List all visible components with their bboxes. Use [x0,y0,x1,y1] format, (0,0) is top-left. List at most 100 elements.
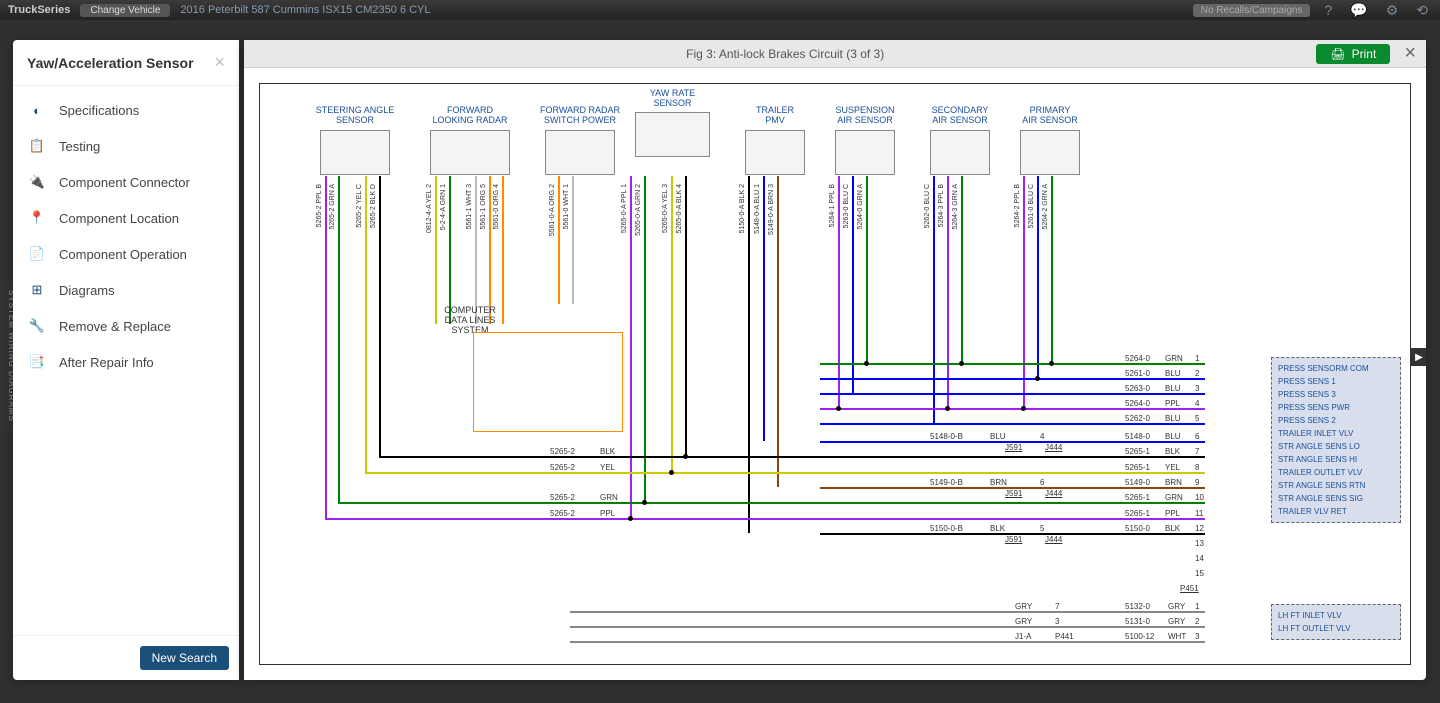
wire-pin: 6 [1040,478,1044,487]
wire-color: PPL [600,509,615,518]
recall-badge[interactable]: No Recalls/Campaigns [1193,4,1311,17]
wire-label: 5261-0 [1125,369,1150,378]
wire-label: 5265-2 [550,509,575,518]
wire [475,176,477,324]
junction-label: J444 [1045,535,1062,544]
close-icon[interactable]: × [214,52,225,73]
wire-label: 5150-0-B [930,524,963,533]
wire-color: GRY [1168,617,1185,626]
junction-dot [836,406,841,411]
component-label: YAW RATESENSOR [625,89,720,109]
wire-label: 5261-0 BLU C [1028,184,1035,228]
vehicle-title: 2016 Peterbilt 587 Cummins ISX15 CM2350 … [180,4,430,16]
junction-dot [628,516,633,521]
component-box [1020,130,1080,175]
specs-icon: ◐ [27,100,47,120]
sidebar: Yaw/Acceleration Sensor × ◐Specification… [13,40,239,680]
sidebar-item-component-operation[interactable]: 📄 Component Operation [13,236,239,272]
wire [820,423,1205,425]
new-search-button[interactable]: New Search [140,646,229,670]
location-icon: 📍 [27,208,47,228]
wire [379,176,381,456]
wire-label: 5149-0-A BRN 3 [768,184,775,235]
wire-color: BLK [600,447,615,456]
connector-icon: 🔌 [27,172,47,192]
next-arrow-icon[interactable]: ▶ [1410,348,1426,366]
sidebar-item-remove-replace[interactable]: 🔧Remove & Replace [13,308,239,344]
wire-color: WHT [1168,632,1186,641]
wire-color: BLU [1165,369,1181,378]
sidebar-item-diagrams[interactable]: ⊞Diagrams [13,272,239,308]
component-label: SECONDARYAIR SENSOR [920,106,1000,126]
connector-row: TRAILER VLV RET [1278,505,1394,518]
connector-row: STR ANGLE SENS HI [1278,453,1394,466]
change-vehicle-button[interactable]: Change Vehicle [80,4,170,17]
sidebar-item-label: Component Location [59,211,179,226]
wire-pin: 10 [1195,493,1204,502]
connector-row: STR ANGLE SENS LO [1278,440,1394,453]
component-box [320,130,390,175]
print-button[interactable]: 🖨 Print [1316,44,1390,64]
connector-row: TRAILER INLET VLV [1278,427,1394,440]
sidebar-item-label: Component Operation [59,247,187,262]
component-box [430,130,510,175]
component-box [635,112,710,157]
sidebar-item-testing[interactable]: 📋Testing [13,128,239,164]
wire-pin: 3 [1195,384,1199,393]
junction-label: J591 [1005,443,1022,452]
wire-color: GRY [1015,617,1032,626]
wire-pin: 15 [1195,569,1204,578]
junction-dot [1021,406,1026,411]
junction-dot [945,406,950,411]
sidebar-item-after-repair-info[interactable]: 📑After Repair Info [13,344,239,380]
connector-row: LH FT OUTLET VLV [1278,622,1394,635]
wire-label: 5100-12 [1125,632,1154,641]
wire-label: 5148-0-A BLU 1 [754,184,761,234]
component-box [745,130,805,175]
brand: TruckSeries [8,4,70,16]
wire-color: PPL [1165,399,1180,408]
wire [947,176,949,408]
wire-pin: 13 [1195,539,1204,548]
settings-icon[interactable]: ⚙ [1382,2,1403,19]
diagram-icon: ⊞ [27,280,47,300]
logout-icon[interactable]: ⟲ [1412,2,1432,19]
wire-pin: 1 [1195,602,1199,611]
junction-dot [959,361,964,366]
wire-color: GRY [1168,602,1185,611]
wire-label: 5561-0-A ORG 2 [549,184,556,236]
wire [365,176,367,472]
wire-label: 0812-4-A YEL 2 [426,184,433,233]
sidebar-item-label: Component Connector [59,175,190,190]
wire-label: 5264-2 GRN A [1042,184,1049,230]
component-label: STEERING ANGLESENSOR [310,106,400,126]
component-label: TRAILERPMV [735,106,815,126]
connector-id: P451 [1180,584,1199,593]
help-icon[interactable]: ? [1320,2,1336,18]
component-label: PRIMARYAIR SENSOR [1010,106,1090,126]
wiring-diagram[interactable]: STEERING ANGLESENSORFORWARDLOOKING RADAR… [259,83,1411,665]
wire-color: GRN [600,493,618,502]
sidebar-item-specifications[interactable]: ◐Specifications [13,92,239,128]
junction-dot [642,500,647,505]
wire-pin: 4 [1195,399,1199,408]
wire-label: 5265-2 BLK D [370,184,377,228]
sidebar-item-component-location[interactable]: 📍 Component Location [13,200,239,236]
connector-block: LH FT INLET VLVLH FT OUTLET VLV [1271,604,1401,640]
wire [820,502,1205,504]
figure-title: Fig 3: Anti-lock Brakes Circuit (3 of 3) [254,47,1316,61]
close-icon[interactable]: × [1404,42,1416,65]
operation-icon: 📄 [27,244,47,264]
wire [1037,176,1039,378]
chat-icon[interactable]: 💬 [1346,2,1371,19]
wire-label: 5131-0 [1125,617,1150,626]
junction-dot [864,361,869,366]
junction-dot [683,454,688,459]
junction-dot [669,470,674,475]
wire [572,176,574,304]
wire-color: BLK [1165,524,1180,533]
component-box [835,130,895,175]
wire-label: 5265-0-A PPL 1 [621,184,628,233]
sidebar-item-component-connector[interactable]: 🔌 Component Connector [13,164,239,200]
wire-label: 5149-0 [1125,478,1150,487]
